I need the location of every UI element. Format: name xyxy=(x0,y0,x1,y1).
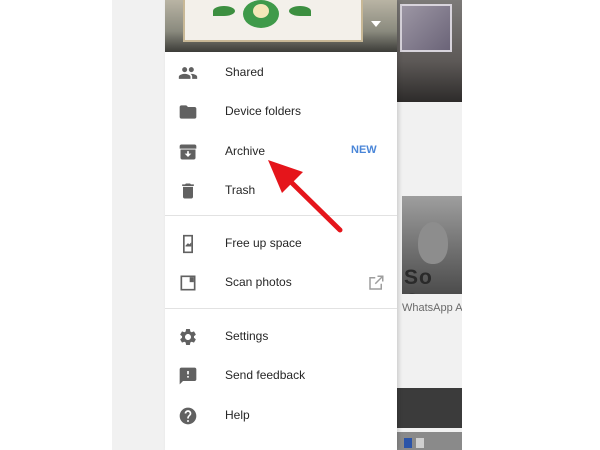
phone-screen: So Co WhatsApp A Sha xyxy=(112,0,462,450)
drawer-divider xyxy=(165,215,397,216)
drawer-item-archive[interactable]: Archive NEW xyxy=(165,132,397,171)
drawer-item-label: Scan photos xyxy=(225,275,292,289)
drawer-item-label: Shared xyxy=(225,65,264,79)
drawer-item-free-up-space[interactable]: Free up space xyxy=(165,224,397,263)
background-photo-thumbnail xyxy=(396,388,462,428)
account-dropdown-icon[interactable] xyxy=(371,21,381,27)
photo-scan-icon xyxy=(178,273,198,293)
header-leaf-decoration xyxy=(213,6,235,16)
drawer-item-label: Settings xyxy=(225,329,269,343)
drawer-item-label: Trash xyxy=(225,183,256,197)
drawer-item-shared[interactable]: Shared xyxy=(165,53,397,92)
drawer-item-label: Free up space xyxy=(225,236,302,250)
phone-free-up-icon xyxy=(178,234,198,254)
drawer-item-label: Help xyxy=(225,408,250,422)
drawer-item-trash[interactable]: Trash xyxy=(165,171,397,210)
navigation-drawer: Shared Device folders Archive NEW Trash … xyxy=(165,0,397,450)
gear-icon xyxy=(178,327,198,347)
background-bottom-bar xyxy=(396,432,462,450)
header-leaf-decoration xyxy=(289,6,311,16)
drawer-item-label: Device folders xyxy=(225,104,302,118)
archive-icon xyxy=(178,142,198,162)
drawer-item-label: Archive xyxy=(225,144,266,158)
people-icon xyxy=(178,63,198,83)
drawer-item-label: Send feedback xyxy=(225,368,306,382)
background-photo-face xyxy=(418,222,448,264)
folder-icon xyxy=(178,102,198,122)
drawer-divider xyxy=(165,308,397,309)
background-photo-inner xyxy=(400,4,452,52)
open-external-icon[interactable] xyxy=(367,274,385,292)
drawer-header-image xyxy=(165,0,397,52)
help-icon xyxy=(178,406,198,426)
bottom-bar-icon xyxy=(404,438,412,448)
screenshot-stage: So Co WhatsApp A Sha xyxy=(0,0,600,450)
bottom-bar-icon xyxy=(416,438,424,448)
drawer-item-send-feedback[interactable]: Send feedback xyxy=(165,356,397,395)
header-emblem xyxy=(243,0,279,28)
drawer-item-device-folders[interactable]: Device folders xyxy=(165,92,397,131)
drawer-item-help[interactable]: Help xyxy=(165,396,397,435)
background-photo-thumbnail: So Co xyxy=(402,196,462,294)
drawer-item-scan-photos[interactable]: Scan photos xyxy=(165,263,397,302)
trash-icon xyxy=(178,181,198,201)
new-badge: NEW xyxy=(351,144,377,156)
feedback-icon xyxy=(178,366,198,386)
background-photo-caption: WhatsApp A xyxy=(402,302,462,314)
header-emblem-center xyxy=(253,4,269,18)
drawer-item-settings[interactable]: Settings xyxy=(165,317,397,356)
background-photo-thumbnail xyxy=(396,0,462,102)
background-photo-overlay-text: So Co xyxy=(404,266,433,294)
